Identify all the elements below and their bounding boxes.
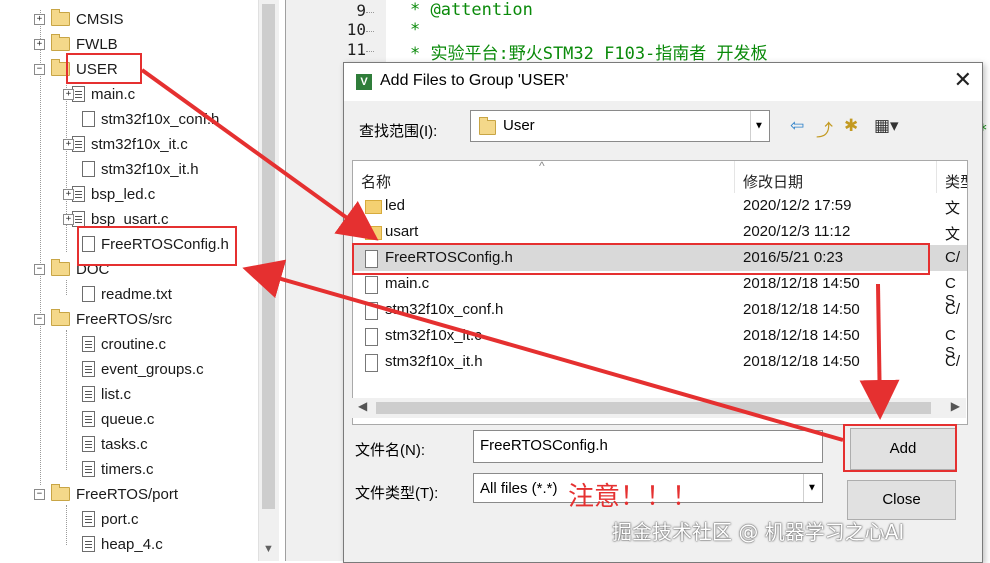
arrow-to-add-button: [859, 283, 900, 420]
arrow-to-tree-item: [242, 259, 844, 442]
arrow-to-file-row: [140, 68, 379, 241]
notice-annotation: 注意！！！: [568, 482, 699, 512]
watermark: 掘金技术社区 @ 机器学习之心AI: [612, 520, 905, 544]
annotation-arrows: [140, 68, 900, 442]
